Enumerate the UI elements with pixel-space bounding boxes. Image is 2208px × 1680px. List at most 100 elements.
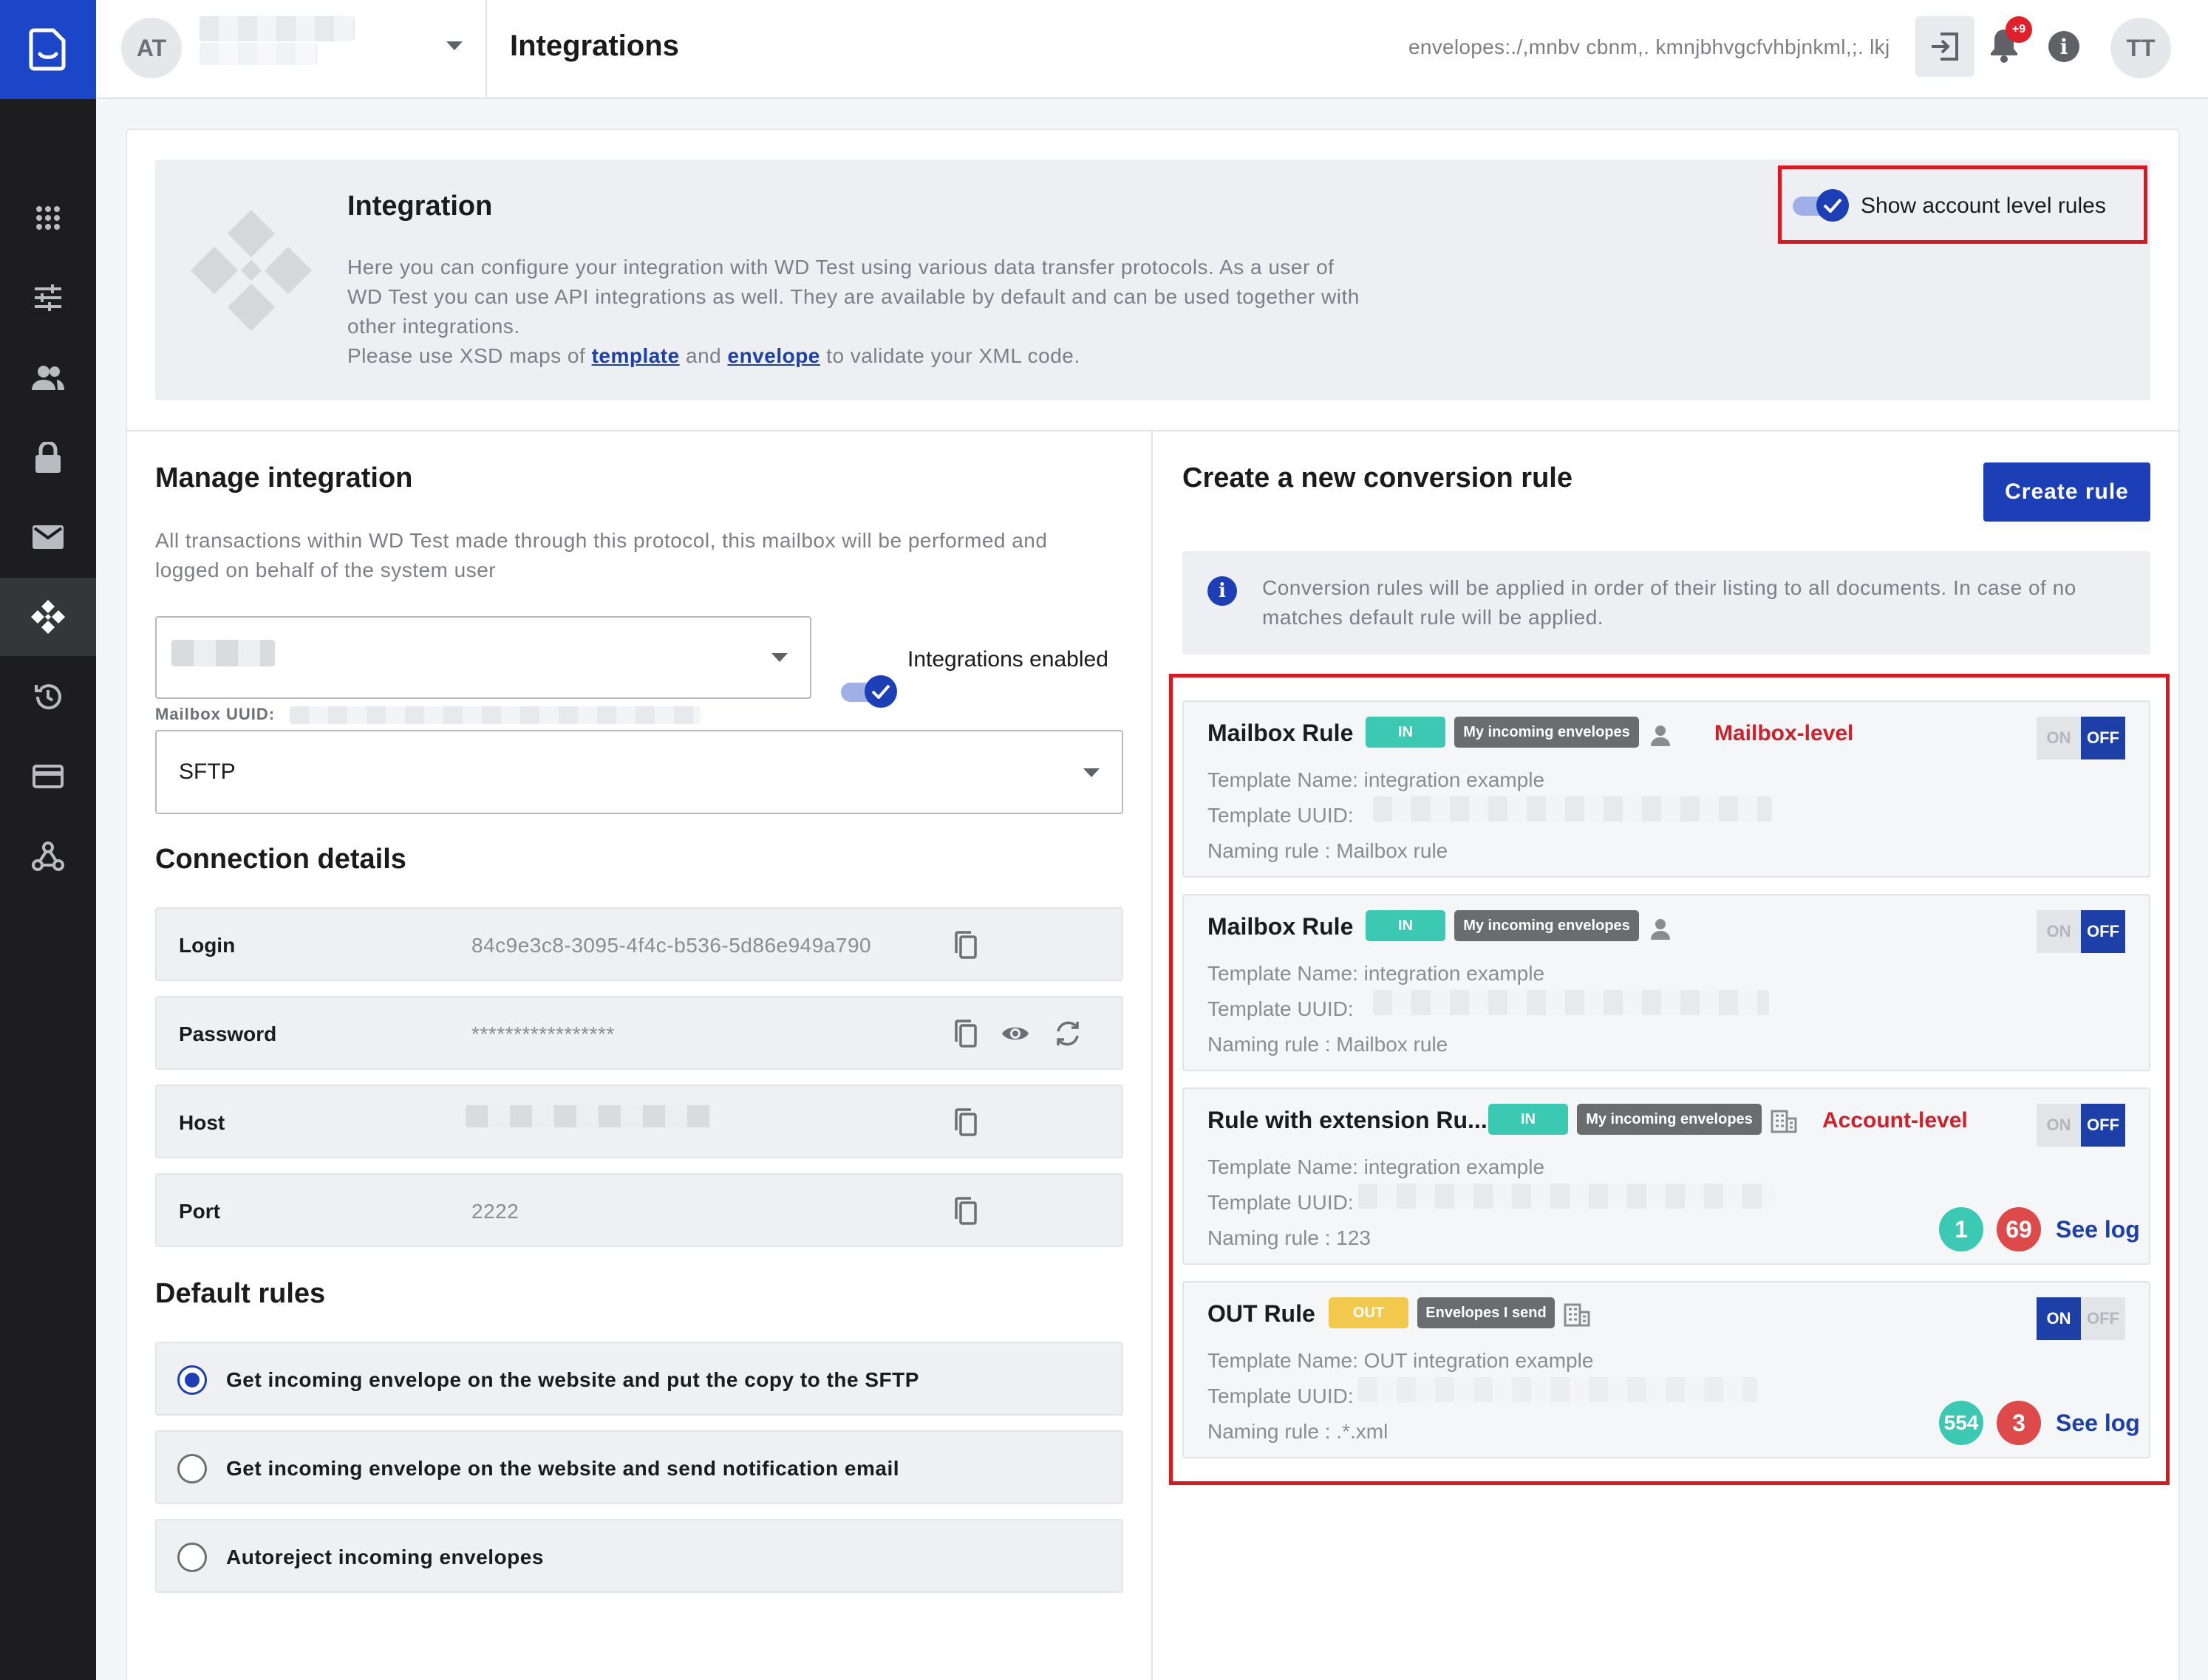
default-rules-title: Default rules (155, 1278, 326, 1309)
app-logo[interactable] (0, 0, 96, 99)
mail-icon (33, 525, 64, 549)
success-count-badge: 1 (1939, 1207, 1983, 1252)
direction-chip: IN (1488, 1104, 1568, 1135)
rule-title: Rule with extension Ru... (1207, 1107, 1488, 1133)
error-count-badge: 69 (1997, 1207, 2041, 1252)
sign-in-icon (1932, 33, 1958, 61)
chevron-down-icon (771, 653, 788, 662)
org-subtitle-redacted (200, 43, 318, 65)
webhook-icon (32, 841, 64, 871)
integrations-enabled-toggle[interactable] (841, 675, 897, 708)
sidebar-item-users[interactable] (0, 338, 96, 417)
connection-row-port: Port 2222 (155, 1173, 1123, 1247)
mailbox-select[interactable] (155, 616, 811, 699)
see-log-link[interactable]: See log (2056, 1410, 2140, 1437)
info-icon[interactable]: i (2048, 31, 2079, 62)
search-input[interactable]: envelopes:./,mnbv cbnm,. kmnjbhvgcfvhbjn… (1408, 35, 1890, 59)
account-level-label: Show account level rules (1861, 194, 2106, 218)
naming-rule: Naming rule : Mailbox rule (1207, 839, 1448, 862)
default-rule-option-2[interactable]: Get incoming envelope on the website and… (155, 1430, 1123, 1504)
template-uuid-redacted (1373, 990, 1769, 1015)
off-option[interactable]: OFF (2081, 717, 2125, 759)
check-icon (871, 684, 890, 699)
naming-rule: Naming rule : Mailbox rule (1207, 1033, 1448, 1056)
intro-title: Integration (347, 191, 493, 222)
template-link[interactable]: template (592, 344, 680, 367)
person-icon (1651, 725, 1670, 746)
copy-icon[interactable] (953, 931, 977, 959)
copy-icon[interactable] (953, 1197, 977, 1225)
template-uuid-redacted (1358, 1377, 1757, 1402)
host-value-redacted (466, 1105, 711, 1127)
sidebar-item-webhooks[interactable] (0, 817, 96, 895)
on-option[interactable]: ON (2037, 1104, 2081, 1147)
on-option[interactable]: ON (2037, 1297, 2081, 1340)
template-uuid-label: Template UUID: (1207, 997, 1354, 1020)
org-name-redacted (200, 16, 355, 41)
rule-card[interactable]: Mailbox Rule IN My incoming envelopes ON… (1182, 894, 2150, 1071)
create-rule-button[interactable]: Create rule (1983, 462, 2150, 522)
sidebar-item-apps[interactable] (0, 179, 96, 257)
login-label: Login (179, 934, 236, 957)
sidebar-item-billing[interactable] (0, 737, 96, 816)
on-option[interactable]: ON (2037, 910, 2081, 953)
sidebar-item-integrations[interactable] (0, 578, 96, 656)
template-uuid-label: Template UUID: (1207, 1191, 1354, 1214)
on-option[interactable]: ON (2037, 717, 2081, 759)
error-count-badge: 3 (1997, 1401, 2041, 1445)
integrations-enabled-label: Integrations enabled (907, 647, 1108, 672)
default-rule-option-1[interactable]: Get incoming envelope on the website and… (155, 1342, 1123, 1416)
on-off-switch[interactable]: ON OFF (2037, 717, 2125, 759)
sliders-icon (35, 284, 61, 311)
info-text-1: Conversion rules will be applied in orde… (1262, 576, 2076, 599)
rule-card[interactable]: Rule with extension Ru... IN My incoming… (1182, 1087, 2150, 1265)
on-off-switch[interactable]: ON OFF (2037, 910, 2125, 953)
rule-card[interactable]: Mailbox Rule IN My incoming envelopes Ma… (1182, 700, 2150, 878)
on-off-switch[interactable]: ON OFF (2037, 1104, 2125, 1147)
off-option[interactable]: OFF (2081, 1297, 2125, 1340)
copy-icon[interactable] (953, 1020, 977, 1048)
sidebar-item-mail[interactable] (0, 498, 96, 576)
default-rule-label: Get incoming envelope on the website and… (226, 1457, 900, 1480)
radio-button[interactable] (177, 1543, 207, 1572)
off-option[interactable]: OFF (2081, 1104, 2125, 1147)
chevron-down-icon (1083, 768, 1100, 777)
off-option[interactable]: OFF (2081, 910, 2125, 953)
password-label: Password (179, 1022, 277, 1045)
sidebar-item-history[interactable] (0, 658, 96, 736)
manage-desc-2: logged on behalf of the system user (155, 559, 497, 581)
refresh-icon[interactable] (1054, 1020, 1082, 1048)
protocol-select[interactable]: SFTP (155, 730, 1123, 814)
template-name: Template Name: integration example (1207, 1155, 1545, 1178)
user-avatar[interactable]: TT (2110, 18, 2171, 78)
port-value: 2222 (471, 1200, 519, 1223)
template-name: Template Name: integration example (1207, 768, 1545, 791)
on-off-switch[interactable]: ON OFF (2037, 1297, 2125, 1340)
see-log-link[interactable]: See log (2056, 1216, 2140, 1243)
mailbox-name-redacted (171, 640, 275, 666)
default-rule-label: Get incoming envelope on the website and… (226, 1368, 919, 1391)
rule-title: Mailbox Rule (1207, 720, 1354, 746)
logout-button[interactable] (1915, 16, 1974, 77)
envelope-link[interactable]: envelope (728, 344, 820, 367)
radio-button[interactable] (177, 1365, 207, 1395)
template-uuid-label: Template UUID: (1207, 1384, 1354, 1407)
radio-button[interactable] (177, 1454, 207, 1483)
rule-title: Mailbox Rule (1207, 913, 1354, 940)
sidebar-item-security[interactable] (0, 418, 96, 496)
sidebar-item-settings[interactable] (0, 259, 96, 337)
intro-text-1: Here you can configure your integration … (347, 256, 1335, 279)
apps-icon (36, 206, 60, 230)
rule-card[interactable]: OUT Rule OUT Envelopes I send ON OFF Tem… (1182, 1281, 2150, 1458)
account-level-toggle[interactable] (1793, 189, 1849, 222)
scope-chip: My incoming envelopes (1454, 910, 1639, 941)
copy-icon[interactable] (953, 1108, 977, 1136)
port-label: Port (179, 1200, 220, 1223)
org-avatar[interactable]: AT (121, 18, 182, 78)
chevron-down-icon[interactable] (446, 41, 463, 52)
eye-icon[interactable] (1001, 1022, 1030, 1045)
building-icon (1771, 1110, 1797, 1133)
notification-badge: +9 (2006, 16, 2032, 43)
top-bar (96, 0, 2208, 99)
default-rule-option-3[interactable]: Autoreject incoming envelopes (155, 1519, 1123, 1593)
